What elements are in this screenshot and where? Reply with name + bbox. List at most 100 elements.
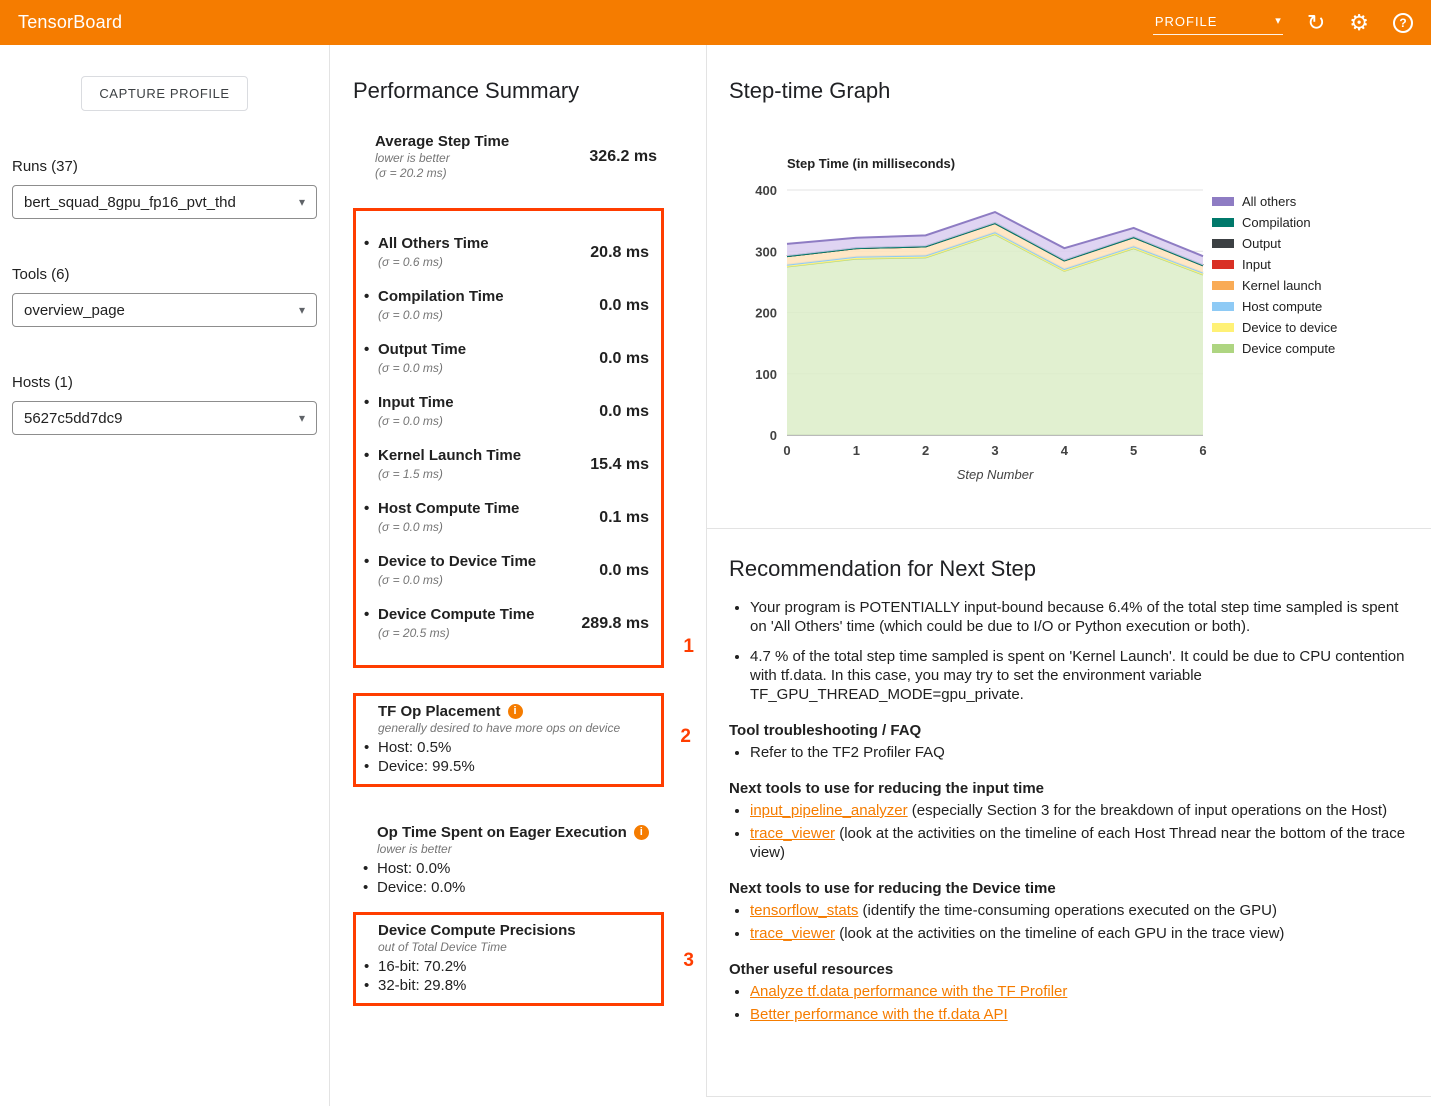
metric-value: 15.4 ms	[582, 456, 649, 474]
metric-value: 0.0 ms	[591, 297, 649, 315]
list-item: Analyze tf.data performance with the TF …	[750, 982, 1407, 1001]
list-item: Better performance with the tf.data API	[750, 1005, 1407, 1024]
dashboard-selector[interactable]: PROFILE ▾	[1153, 11, 1283, 35]
metric-sigma: (σ = 0.0 ms)	[378, 308, 504, 323]
runs-select[interactable]: bert_squad_8gpu_fp16_pvt_thd ▾	[12, 185, 317, 219]
average-step-time-row: Average Step Time lower is better (σ = 2…	[375, 133, 657, 181]
list-item: Refer to the TF2 Profiler FAQ	[750, 743, 1407, 762]
metric-sigma: (σ = 0.0 ms)	[378, 573, 536, 588]
input-tools-heading: Next tools to use for reducing the input…	[729, 779, 1407, 798]
list-item: trace_viewer (look at the activities on …	[750, 924, 1407, 943]
legend-swatch	[1212, 344, 1234, 353]
metric-sigma: (σ = 0.0 ms)	[378, 414, 454, 429]
average-step-time-labels: Average Step Time lower is better (σ = 2…	[375, 133, 509, 181]
step-time-graph-panel: Step-time Graph Step Time (in millisecon…	[706, 45, 1431, 1097]
legend-label: Host compute	[1242, 299, 1322, 314]
hosts-select[interactable]: 5627c5dd7dc9 ▾	[12, 401, 317, 435]
chevron-down-icon: ▾	[1275, 16, 1281, 27]
metric-label: Input Time	[378, 394, 454, 412]
metric-row: Compilation Time (σ = 0.0 ms) 0.0 ms	[378, 288, 649, 323]
device-compute-precisions-box: Device Compute Precisions out of Total D…	[353, 912, 664, 1006]
list-item: trace_viewer (look at the activities on …	[750, 824, 1407, 862]
eager-execution-block: Op Time Spent on Eager Execution i lower…	[377, 823, 684, 897]
step-time-chart[interactable]: 01002003004000123456	[729, 178, 1229, 461]
input-pipeline-analyzer-link[interactable]: input_pipeline_analyzer	[750, 802, 908, 819]
legend-swatch	[1212, 197, 1234, 206]
sidebar: CAPTURE PROFILE Runs (37) bert_squad_8gp…	[0, 45, 330, 1106]
svg-text:200: 200	[755, 306, 777, 321]
svg-text:2: 2	[922, 443, 929, 458]
tensorflow-stats-link[interactable]: tensorflow_stats	[750, 902, 858, 919]
info-icon[interactable]: i	[634, 825, 649, 840]
metric-sigma: (σ = 0.6 ms)	[378, 255, 489, 270]
list-item: Device: 0.0%	[377, 878, 684, 897]
capture-profile-button[interactable]: CAPTURE PROFILE	[81, 76, 247, 111]
metric-label: Compilation Time	[378, 288, 504, 306]
list-item: tensorflow_stats (identify the time-cons…	[750, 901, 1407, 920]
legend-swatch	[1212, 218, 1234, 227]
legend-swatch	[1212, 302, 1234, 311]
metric-label: Average Step Time	[375, 133, 509, 151]
list-item-text: (identify the time-consuming operations …	[858, 902, 1277, 919]
tools-label: Tools (6)	[12, 266, 317, 283]
list-item-text: Refer to the TF2 Profiler FAQ	[750, 744, 945, 761]
legend-item: Host compute	[1212, 296, 1337, 317]
trace-viewer-link[interactable]: trace_viewer	[750, 825, 835, 842]
info-icon[interactable]: i	[508, 704, 523, 719]
block-note: out of Total Device Time	[378, 940, 651, 955]
chevron-down-icon: ▾	[299, 411, 305, 425]
faq-list: Refer to the TF2 Profiler FAQ	[729, 743, 1407, 762]
runs-label: Runs (37)	[12, 158, 317, 175]
other-resources-list: Analyze tf.data performance with the TF …	[729, 982, 1407, 1024]
legend-item: Kernel launch	[1212, 275, 1337, 296]
metric-sigma: (σ = 1.5 ms)	[378, 467, 521, 482]
svg-text:6: 6	[1199, 443, 1206, 458]
recommendation-item: Your program is POTENTIALLY input-bound …	[750, 598, 1407, 636]
trace-viewer-link[interactable]: trace_viewer	[750, 925, 835, 942]
legend-label: Device compute	[1242, 341, 1335, 356]
performance-summary-panel: Performance Summary Average Step Time lo…	[331, 45, 706, 1106]
annotation-number-1: 1	[683, 636, 694, 658]
tfdata-performance-link[interactable]: Analyze tf.data performance with the TF …	[750, 983, 1067, 1000]
recommendation-title: Recommendation for Next Step	[729, 556, 1407, 582]
svg-text:100: 100	[755, 367, 777, 382]
legend-swatch	[1212, 239, 1234, 248]
metric-label: Device to Device Time	[378, 553, 536, 571]
hosts-select-value: 5627c5dd7dc9	[24, 410, 122, 427]
metric-sigma: (σ = 0.0 ms)	[378, 520, 519, 535]
step-time-breakdown-box: All Others Time (σ = 0.6 ms) 20.8 ms Com…	[353, 208, 664, 668]
svg-text:1: 1	[853, 443, 860, 458]
legend-swatch	[1212, 260, 1234, 269]
metric-value: 326.2 ms	[581, 148, 657, 166]
metric-sigma: (σ = 20.5 ms)	[378, 626, 534, 641]
legend-item: Device to device	[1212, 317, 1337, 338]
section-divider	[707, 528, 1431, 529]
chevron-down-icon: ▾	[299, 303, 305, 317]
block-title-text: Device Compute Precisions	[378, 921, 576, 940]
svg-text:3: 3	[991, 443, 998, 458]
legend-label: Device to device	[1242, 320, 1337, 335]
hosts-group: Hosts (1) 5627c5dd7dc9 ▾	[12, 374, 317, 435]
legend-label: All others	[1242, 194, 1296, 209]
metric-value: 0.0 ms	[591, 403, 649, 421]
chart-x-axis-label: Step Number	[787, 467, 1203, 482]
list-item: Host: 0.0%	[377, 859, 684, 878]
dashboard-selector-value: PROFILE	[1155, 14, 1218, 29]
block-note: lower is better	[377, 842, 684, 857]
help-icon[interactable]: ?	[1393, 13, 1413, 33]
step-time-chart-container: Step Time (in milliseconds) 010020030040…	[729, 156, 1407, 482]
precisions-list: 16-bit: 70.2% 32-bit: 29.8%	[378, 957, 651, 995]
list-item-text: (look at the activities on the timeline …	[750, 825, 1405, 861]
tools-select[interactable]: overview_page ▾	[12, 293, 317, 327]
step-time-graph-title: Step-time Graph	[729, 78, 1407, 104]
svg-text:0: 0	[770, 428, 777, 443]
metric-row: Kernel Launch Time (σ = 1.5 ms) 15.4 ms	[378, 447, 649, 482]
list-item: Device: 99.5%	[378, 757, 651, 776]
runs-select-value: bert_squad_8gpu_fp16_pvt_thd	[24, 194, 236, 211]
recommendation-item: 4.7 % of the total step time sampled is …	[750, 647, 1407, 704]
better-performance-link[interactable]: Better performance with the tf.data API	[750, 1006, 1008, 1023]
app-header: TensorBoard PROFILE ▾ ↻ ⚙ ?	[0, 0, 1431, 45]
gear-icon[interactable]: ⚙	[1349, 12, 1369, 34]
reload-icon[interactable]: ↻	[1307, 12, 1325, 34]
list-item: Host: 0.5%	[378, 738, 651, 757]
